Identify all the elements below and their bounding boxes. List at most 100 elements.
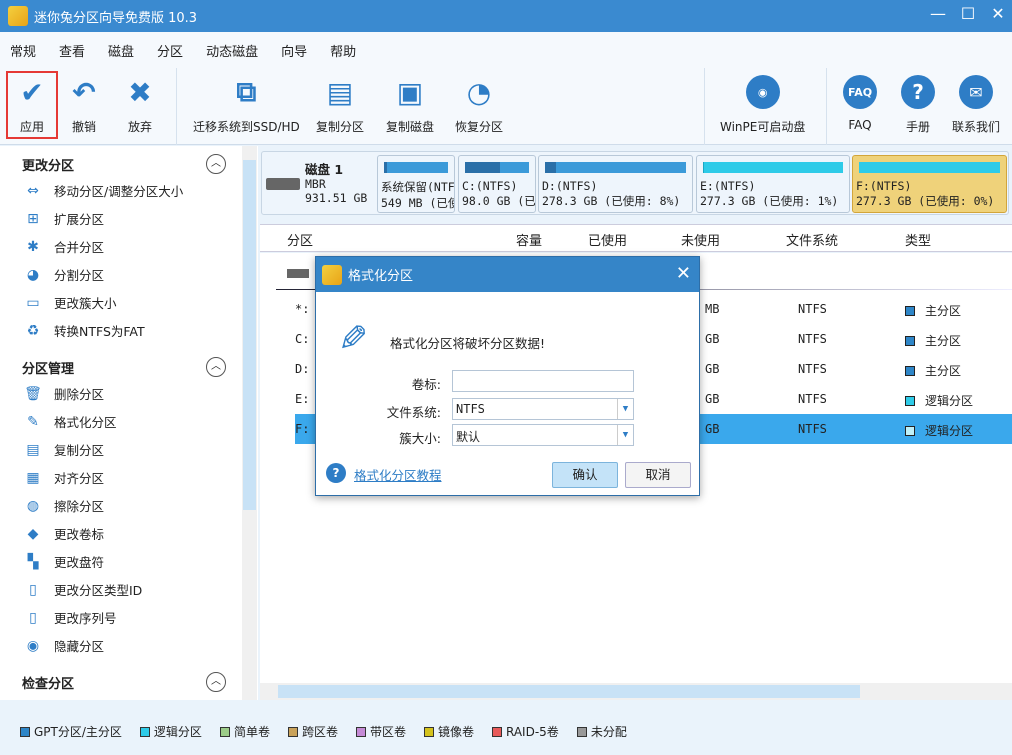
item-label: 擦除分区 [54, 499, 105, 514]
filesystem-select[interactable]: NTFS ▼ [452, 398, 634, 420]
copy-disk-button[interactable]: ▣ 复制磁盘 [386, 74, 434, 135]
sidebar-item-label[interactable]: ◆ 更改卷标 [24, 524, 104, 543]
item-label: 对齐分区 [54, 471, 105, 486]
faq-button[interactable]: FAQ FAQ [842, 74, 878, 132]
tutorial-link[interactable]: 格式化分区教程 [354, 465, 442, 484]
app-logo-icon [8, 6, 28, 26]
app-logo-icon [322, 264, 342, 285]
minimize-button[interactable]: — [930, 4, 946, 23]
copy-partition-icon: ▤ [326, 75, 354, 109]
resize-icon: ⇔ [27, 182, 39, 199]
undo-button[interactable]: ↶ 撤销 [66, 74, 102, 135]
col-capacity[interactable]: 容量 [516, 230, 542, 249]
sidebar-item-letter[interactable]: ▚ 更改盘符 [24, 552, 104, 571]
sidebar-item-extend[interactable]: ⊞ 扩展分区 [24, 209, 104, 228]
disk-type: MBR [305, 177, 326, 191]
ok-button[interactable]: 确认 [552, 462, 618, 488]
sidebar-item-merge[interactable]: ✱ 合并分区 [24, 237, 104, 256]
sidebar-item-hide[interactable]: ◉ 隐藏分区 [24, 636, 104, 655]
volume-label-input[interactable] [452, 370, 634, 392]
apply-button[interactable]: ✔ 应用 [6, 71, 58, 139]
partition-block[interactable]: D:(NTFS) 278.3 GB (已使用: 8%) [538, 155, 693, 213]
partition-block[interactable]: 系统保留(NTFS)549 MB (已使用) [377, 155, 455, 213]
menu-wizard[interactable]: 向导 [281, 41, 307, 60]
disk-map[interactable]: 磁盘 1 MBR 931.51 GB 系统保留(NTFS)549 MB (已使用… [261, 151, 1009, 215]
align-icon: ▦ [26, 469, 40, 486]
sidebar-item-format[interactable]: ✎ 格式化分区 [24, 412, 116, 431]
legend: GPT分区/主分区 逻辑分区 简单卷 跨区卷 带区卷 镜像卷 RAID-5卷 未… [0, 700, 1012, 755]
item-label: 更改簇大小 [54, 296, 117, 311]
copy-partition-button[interactable]: ▤ 复制分区 [316, 74, 364, 135]
dialog-close-button[interactable]: ✕ [676, 263, 691, 284]
winpe-button[interactable]: ◉ WinPE可启动盘 [720, 74, 805, 135]
sidebar-item-convert[interactable]: ♻ 转换NTFS为FAT [24, 321, 145, 340]
recover-partition-button[interactable]: ◔ 恢复分区 [455, 74, 503, 135]
collapse-icon[interactable]: ︿ [206, 672, 226, 692]
sidebar-scrollbar[interactable] [242, 146, 257, 700]
chevron-down-icon: ▼ [617, 425, 633, 445]
close-button[interactable]: ✕ [990, 4, 1006, 23]
menu-partition[interactable]: 分区 [157, 41, 183, 60]
menu-general[interactable]: 常规 [10, 41, 36, 60]
legend-item: 镜像卷 [423, 708, 474, 755]
disk-size: 931.51 GB [305, 191, 368, 205]
merge-icon: ✱ [27, 238, 39, 255]
contact-button[interactable]: ✉ 联系我们 [952, 74, 1000, 135]
legend-item: RAID-5卷 [492, 708, 559, 755]
collapse-icon[interactable]: ︿ [206, 357, 226, 377]
sidebar-item-split[interactable]: ◕ 分割分区 [24, 265, 104, 284]
item-label: 移动分区/调整分区大小 [54, 184, 184, 199]
sidebar-item-wipe[interactable]: ◍ 擦除分区 [24, 496, 104, 515]
table-header: 分区 容量 已使用 未使用 文件系统 类型 [260, 224, 1012, 252]
legend-item: 跨区卷 [287, 708, 338, 755]
partition-block[interactable]: E:(NTFS) 277.3 GB (已使用: 1%) [696, 155, 850, 213]
sidebar-item-align[interactable]: ▦ 对齐分区 [24, 468, 104, 487]
check-icon: ✔ [20, 76, 44, 109]
menu-dynamic-disk[interactable]: 动态磁盘 [206, 41, 258, 60]
split-icon: ◕ [26, 266, 40, 283]
menu-help[interactable]: 帮助 [330, 41, 356, 60]
contact-label: 联系我们 [952, 120, 1001, 134]
cluster-size-select[interactable]: 默认 ▼ [452, 424, 634, 446]
sidebar-item-delete[interactable]: 🗑 删除分区 [24, 384, 104, 403]
col-type[interactable]: 类型 [905, 230, 931, 249]
id-icon: ▯ [29, 581, 37, 598]
sidebar-item-serial[interactable]: ▯ 更改序列号 [24, 608, 116, 627]
col-partition[interactable]: 分区 [287, 230, 313, 249]
winpe-label: WinPE可启动盘 [720, 120, 806, 134]
sidebar-item-cluster-size[interactable]: ▭ 更改簇大小 [24, 293, 117, 312]
copy-icon: ▤ [26, 441, 40, 458]
partition-block[interactable]: C:(NTFS)98.0 GB (已使用) [458, 155, 536, 213]
recover-label: 恢复分区 [455, 120, 504, 134]
discard-button[interactable]: ✖ 放弃 [122, 74, 158, 135]
dialog-title-bar: 格式化分区 [316, 257, 699, 292]
maximize-button[interactable]: ☐ [960, 4, 976, 23]
faq-label: FAQ [848, 118, 872, 132]
manual-button[interactable]: ? 手册 [900, 74, 936, 135]
menu-disk[interactable]: 磁盘 [108, 41, 134, 60]
item-label: 合并分区 [54, 240, 105, 255]
item-label: 更改分区类型ID [54, 583, 143, 598]
copy-partition-label: 复制分区 [316, 120, 365, 134]
col-unused[interactable]: 未使用 [681, 230, 720, 249]
cancel-button[interactable]: 取消 [625, 462, 691, 488]
col-used[interactable]: 已使用 [588, 230, 627, 249]
sidebar-item-copy[interactable]: ▤ 复制分区 [24, 440, 104, 459]
cluster-size-label: 簇大小: [399, 431, 441, 446]
legend-item: 简单卷 [219, 708, 270, 755]
question-icon: ? [900, 74, 936, 110]
item-label: 更改卷标 [54, 527, 105, 542]
pencil-icon: ✎ [338, 319, 369, 360]
sidebar-item-type-id[interactable]: ▯ 更改分区类型ID [24, 580, 142, 599]
disk-icon [287, 269, 309, 278]
disk-name: 磁盘 1 [305, 162, 344, 177]
menu-bar: 常规 查看 磁盘 分区 动态磁盘 向导 帮助 [0, 32, 1012, 68]
migrate-os-button[interactable]: ⧉ 迁移系统到SSD/HD [193, 74, 300, 135]
collapse-icon[interactable]: ︿ [206, 154, 226, 174]
chevron-down-icon: ▼ [617, 399, 633, 419]
table-scrollbar[interactable] [260, 683, 1012, 700]
menu-view[interactable]: 查看 [59, 41, 85, 60]
col-filesystem[interactable]: 文件系统 [786, 230, 838, 249]
partition-block-selected[interactable]: F:(NTFS) 277.3 GB (已使用: 0%) [852, 155, 1007, 213]
sidebar-item-resize[interactable]: ⇔ 移动分区/调整分区大小 [24, 181, 183, 200]
